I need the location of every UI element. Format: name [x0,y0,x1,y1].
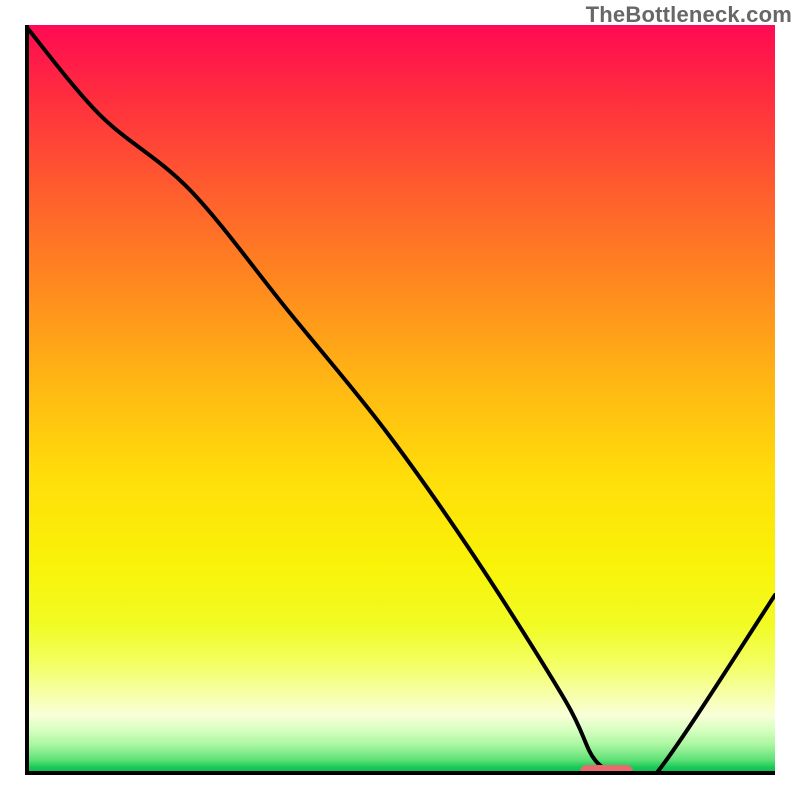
chart-container: TheBottleneck.com [0,0,800,800]
watermark-text: TheBottleneck.com [586,2,792,28]
plot-area [25,25,775,775]
bottleneck-curve [25,25,775,775]
optimal-marker [580,765,633,775]
